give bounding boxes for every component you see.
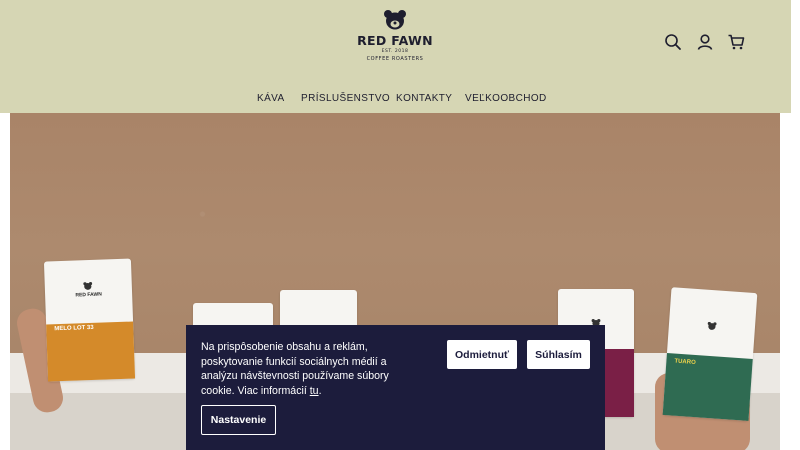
bear-logo-icon: [384, 10, 406, 30]
coffee-bag: RED FAWN MELO LOT 33: [43, 258, 136, 382]
cookie-message: Na prispôsobenie obsahu a reklám, poskyt…: [201, 341, 389, 397]
cookie-message-end: .: [318, 384, 322, 397]
settings-button[interactable]: Nastavenie: [201, 405, 276, 435]
brand-established: EST. 2018: [381, 49, 409, 54]
cookie-info-link[interactable]: tu: [310, 385, 319, 397]
reject-button[interactable]: Odmietnuť: [447, 340, 517, 369]
search-icon[interactable]: [664, 33, 682, 51]
account-icon[interactable]: [696, 33, 714, 51]
main-nav: KÁVA PRÍSLUŠENSTVO KONTAKTY VEĽKOOBCHOD: [0, 93, 791, 107]
brand-name: RED FAWN: [357, 33, 433, 48]
nav-item-velkoobchod[interactable]: VEĽKOOBCHOD: [465, 93, 547, 104]
bear-logo-icon: [707, 321, 717, 330]
accept-button[interactable]: Súhlasím: [527, 340, 590, 369]
bear-logo-icon: [83, 281, 93, 290]
cookie-text: Na prispôsobenie obsahu a reklám, poskyt…: [201, 340, 416, 398]
nav-item-kava[interactable]: KÁVA: [257, 93, 285, 104]
nav-item-prislusenstvo[interactable]: PRÍSLUŠENSTVO: [301, 93, 390, 104]
nav-item-kontakty[interactable]: KONTAKTY: [396, 93, 452, 104]
bag-brand: RED FAWN: [75, 291, 102, 299]
brand-logo[interactable]: RED FAWN EST. 2018 COFFEE ROASTERS: [355, 10, 435, 74]
cookie-consent-bar: Na prispôsobenie obsahu a reklám, poskyt…: [186, 325, 605, 450]
coffee-bag: TUARO: [662, 287, 758, 421]
cart-icon[interactable]: [727, 33, 745, 51]
site-header: RED FAWN EST. 2018 COFFEE ROASTERS KÁVA …: [0, 0, 791, 113]
brand-tagline: COFFEE ROASTERS: [366, 56, 424, 62]
